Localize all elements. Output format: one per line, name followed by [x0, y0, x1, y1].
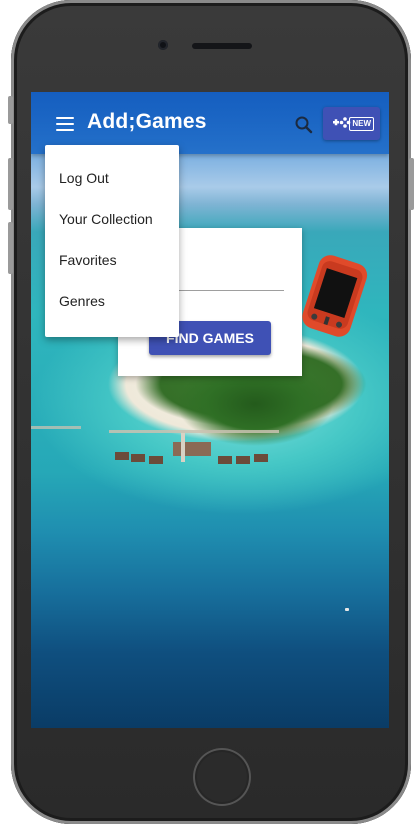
- power-button: [409, 158, 414, 210]
- mute-switch: [8, 96, 13, 124]
- handheld-console-image: [302, 255, 368, 337]
- new-games-button[interactable]: NEW: [323, 107, 380, 140]
- volume-down-button: [8, 222, 13, 274]
- front-camera: [158, 40, 168, 50]
- search-icon[interactable]: [293, 114, 315, 136]
- app-screen: Add;Games NEW n: FIND GAMES: [31, 92, 389, 728]
- new-badge: NEW: [349, 117, 374, 131]
- hamburger-icon[interactable]: [56, 117, 74, 131]
- boat-speck: [345, 608, 349, 611]
- earpiece-speaker: [192, 43, 252, 49]
- dropdown-menu: Log Out Your Collection Favorites Genres: [45, 145, 179, 337]
- main-bungalow: [173, 442, 211, 456]
- menu-item-favorites[interactable]: Favorites: [45, 240, 179, 280]
- menu-item-genres[interactable]: Genres: [45, 281, 179, 321]
- home-button[interactable]: [193, 748, 251, 806]
- app-title: Add;Games: [87, 110, 207, 133]
- menu-item-log-out[interactable]: Log Out: [45, 158, 179, 198]
- menu-item-your-collection[interactable]: Your Collection: [45, 199, 179, 239]
- volume-up-button: [8, 158, 13, 210]
